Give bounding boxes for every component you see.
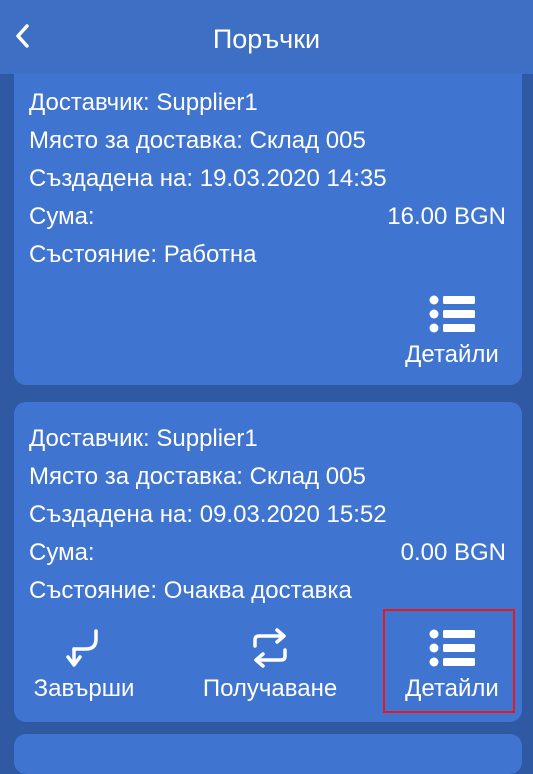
details-button[interactable]: Детайли — [396, 290, 508, 370]
order-card: Доставчик: Supplier1 Място за доставка: … — [14, 402, 522, 722]
created-date-text: Създадена на: 19.03.2020 14:35 — [29, 165, 387, 192]
status-text: Състояние: Очаква доставка — [29, 577, 352, 604]
app-bar: Поръчки — [0, 0, 533, 74]
details-label: Детайли — [405, 341, 499, 368]
sum-value: 16.00 BGN — [387, 203, 506, 230]
receive-button[interactable]: Получаване — [190, 624, 350, 704]
order-card-partial — [14, 734, 522, 774]
delivery-location-text: Място за доставка: Склад 005 — [29, 463, 366, 490]
turn-down-left-icon — [66, 629, 98, 667]
supplier-text: Доставчик: Supplier1 — [29, 89, 258, 116]
delivery-location-text: Място за доставка: Склад 005 — [29, 127, 366, 154]
sum-row: Сума: 0.00 BGN — [29, 536, 506, 570]
status-text: Състояние: Работна — [29, 241, 257, 268]
supplier-text: Доставчик: Supplier1 — [29, 425, 258, 452]
sum-label: Сума: — [29, 539, 95, 566]
finish-label: Завърши — [33, 675, 135, 702]
sum-row: Сума: 16.00 BGN — [29, 200, 506, 234]
sum-label: Сума: — [29, 203, 95, 230]
repeat-arrows-icon — [253, 628, 287, 668]
sum-value: 0.00 BGN — [400, 539, 506, 566]
list-icon — [429, 295, 475, 333]
order-card: Доставчик: Supplier1 Място за доставка: … — [14, 40, 522, 385]
details-button[interactable]: Детайли — [396, 624, 508, 704]
receive-label: Получаване — [202, 675, 338, 702]
finish-button[interactable]: Завърши — [20, 624, 148, 704]
page-title: Поръчки — [212, 24, 321, 54]
created-date-text: Създадена на: 09.03.2020 15:52 — [29, 501, 387, 528]
details-label: Детайли — [405, 675, 499, 702]
list-icon — [429, 629, 475, 667]
